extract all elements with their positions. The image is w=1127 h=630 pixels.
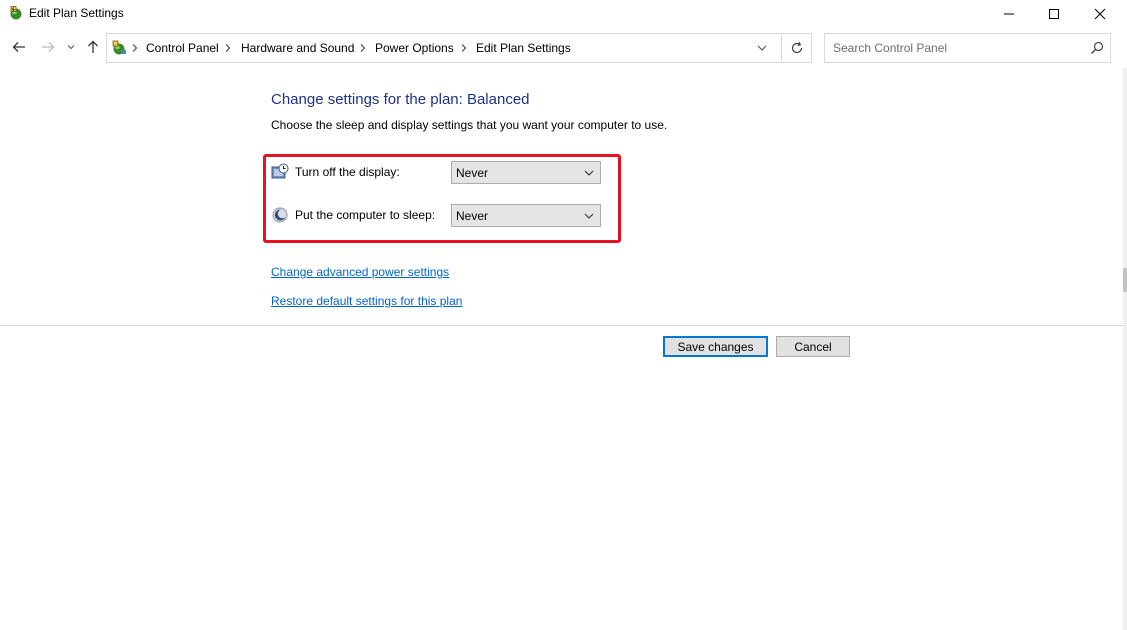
refresh-icon	[791, 41, 802, 54]
sleep-timeout-select[interactable]: Never	[451, 204, 601, 227]
arrow-left-icon	[12, 42, 25, 52]
display-timeout-value: Never	[456, 166, 489, 180]
sleep-timeout-value: Never	[456, 209, 489, 223]
divider	[0, 325, 1123, 326]
advanced-power-settings-link[interactable]: Change advanced power settings	[271, 265, 449, 279]
up-button[interactable]	[83, 37, 103, 57]
address-history-button[interactable]	[755, 41, 769, 55]
breadcrumb-power-options[interactable]: Power Options	[375, 41, 454, 55]
cancel-button[interactable]: Cancel	[776, 336, 850, 357]
forward-button[interactable]	[38, 37, 58, 57]
title-bar: Edit Plan Settings	[0, 0, 1127, 28]
control-panel-icon	[110, 40, 128, 56]
recent-locations-button[interactable]	[63, 37, 79, 57]
close-button[interactable]	[1077, 0, 1123, 28]
chevron-down-icon	[584, 170, 594, 176]
page-description: Choose the sleep and display settings th…	[271, 118, 668, 132]
restore-defaults-link[interactable]: Restore default settings for this plan	[271, 294, 462, 308]
arrow-up-icon	[88, 40, 98, 53]
chevron-right-icon[interactable]	[460, 41, 468, 55]
page-title: Change settings for the plan: Balanced	[271, 91, 530, 108]
chevron-right-icon[interactable]	[224, 41, 232, 55]
chevron-down-icon	[67, 45, 75, 50]
vertical-scrollbar[interactable]	[1123, 68, 1127, 630]
display-timeout-select[interactable]: Never	[451, 161, 601, 184]
chevron-down-icon	[757, 45, 767, 51]
arrow-right-icon	[42, 42, 55, 52]
minimize-button[interactable]	[986, 0, 1032, 28]
scrollbar-thumb[interactable]	[1123, 268, 1127, 292]
search-box[interactable]: Search Control Panel	[824, 33, 1111, 63]
display-timer-icon	[271, 163, 289, 181]
chevron-right-icon[interactable]	[131, 41, 139, 55]
sleep-moon-icon	[271, 206, 289, 224]
address-bar[interactable]: Control Panel Hardware and Sound Power O…	[106, 33, 782, 63]
power-options-icon	[8, 5, 24, 21]
breadcrumb-control-panel[interactable]: Control Panel	[146, 41, 219, 55]
chevron-right-icon[interactable]	[359, 41, 367, 55]
maximize-button[interactable]	[1031, 0, 1077, 28]
search-placeholder: Search Control Panel	[833, 41, 948, 55]
window-title: Edit Plan Settings	[29, 6, 124, 20]
sleep-timeout-label: Put the computer to sleep:	[295, 208, 436, 222]
refresh-button[interactable]	[782, 33, 812, 63]
display-timeout-label: Turn off the display:	[295, 165, 400, 179]
search-icon[interactable]	[1090, 41, 1104, 55]
back-button[interactable]	[9, 37, 29, 57]
navigation-bar: Control Panel Hardware and Sound Power O…	[0, 28, 1127, 68]
chevron-down-icon	[584, 213, 594, 219]
breadcrumb-edit-plan-settings[interactable]: Edit Plan Settings	[476, 41, 571, 55]
breadcrumb-hardware-and-sound[interactable]: Hardware and Sound	[241, 41, 354, 55]
save-changes-button[interactable]: Save changes	[663, 336, 768, 357]
